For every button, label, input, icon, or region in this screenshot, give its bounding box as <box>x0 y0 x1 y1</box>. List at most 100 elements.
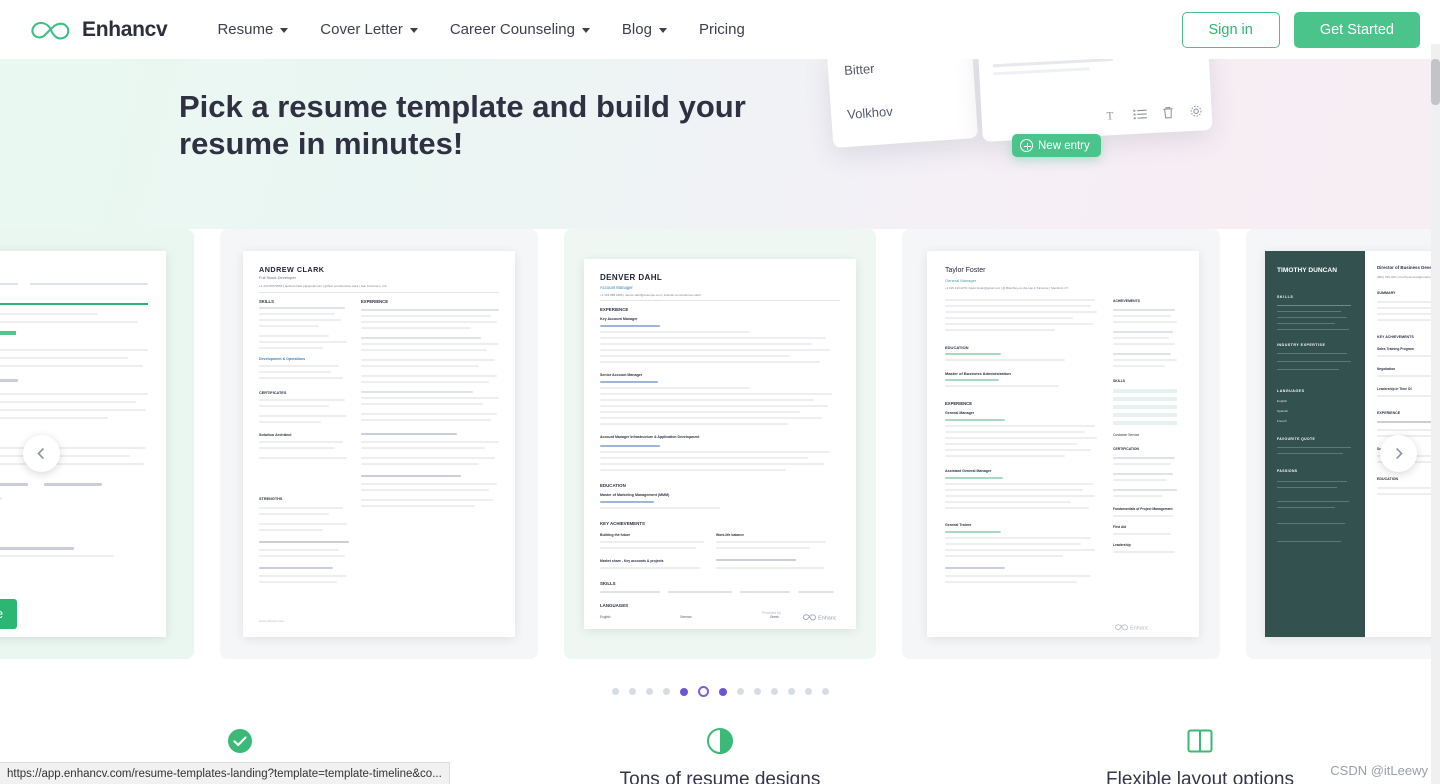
sign-in-button[interactable]: Sign in <box>1181 11 1280 48</box>
resume-subsection: Key Account Manager <box>600 317 638 321</box>
resume-section-heading: INDUSTRY EXPERTISE <box>1277 343 1326 347</box>
resume-section-heading: KEY ACHIEVEMENTS <box>1377 335 1414 339</box>
trash-icon[interactable] <box>1160 105 1176 121</box>
nav-item-career-counseling[interactable]: Career Counseling <box>434 13 606 46</box>
font-preview-card: Bitter Volkhov <box>826 59 979 148</box>
resume-role: Account Manager <box>600 285 633 290</box>
nav-item-cover-letter[interactable]: Cover Letter <box>304 13 434 46</box>
brand-logo[interactable]: Enhancv <box>28 17 168 43</box>
main-nav: Resume Cover Letter Career Counseling Bl… <box>201 13 1181 46</box>
certification-item: First Aid <box>1113 525 1127 529</box>
language-item: Spanish <box>1277 409 1289 413</box>
carousel-dot[interactable] <box>753 688 761 695</box>
resume-contact: +1 625 133 4279 | taylor.foster@gmail.co… <box>945 286 1069 290</box>
resume-section-heading: EXPERIENCE <box>600 307 629 312</box>
resume-section-heading: FAVOURITE QUOTE <box>1277 437 1316 441</box>
brand-name: Enhancv <box>82 17 168 41</box>
language-item: French <box>1277 419 1287 423</box>
resume-name: ANDREW CLARK <box>259 265 325 274</box>
new-entry-label: New entry <box>1038 139 1090 152</box>
carousel-dot[interactable] <box>628 688 636 695</box>
new-entry-button[interactable]: New entry <box>1012 134 1101 157</box>
carousel-dot[interactable] <box>787 688 795 695</box>
editor-toolbar-card: www.enhancv.com T <box>977 59 1213 142</box>
resume-section-heading: SKILLS <box>600 581 616 586</box>
resume-section-heading: SKILLS <box>259 299 274 304</box>
resume-name: TIMOTHY DUNCAN <box>1277 267 1337 274</box>
resume-contact: (862) 799-425 | timothy.duncan@email.com <box>1377 275 1436 279</box>
site-header: Enhancv Resume Cover Letter Career Couns… <box>0 0 1440 59</box>
template-card-taylor-foster[interactable]: Taylor Foster General Manager +1 625 133… <box>902 229 1220 659</box>
chevron-down-icon <box>581 28 590 33</box>
feature-title: Tons of resume designs <box>619 769 821 784</box>
resume-section-heading: SKILLS <box>1113 379 1126 383</box>
hero-section: Pick a resume template and build your re… <box>0 59 1440 229</box>
resume-section-heading: Solution Architect <box>259 433 292 437</box>
scrollbar-thumb[interactable] <box>1431 59 1440 105</box>
carousel-next-button[interactable] <box>1380 435 1417 472</box>
language-item: English <box>1277 399 1288 403</box>
resume-section-heading: SUMMARY <box>1377 291 1396 295</box>
certification-item: Leadership <box>1113 543 1131 547</box>
chevron-left-icon <box>37 447 44 460</box>
template-card-denver-dahl[interactable]: DENVER DAHL Account Manager +1 333 888 3… <box>564 229 876 659</box>
chevron-down-icon <box>658 28 667 33</box>
nav-item-pricing[interactable]: Pricing <box>683 13 761 46</box>
resume-section-heading: EXPERIENCE <box>1377 411 1401 415</box>
svg-text:Enhancv: Enhancv <box>818 616 836 622</box>
carousel-dot[interactable] <box>662 688 670 695</box>
language-item: English <box>600 615 611 619</box>
get-started-button[interactable]: Get Started <box>1293 11 1420 48</box>
brand-footer-logo: Enhancv <box>1114 619 1152 637</box>
achievement-title: Leadership in Time Of <box>1377 387 1412 391</box>
resume-section-heading: ACHIEVEMENTS <box>1113 299 1140 303</box>
svg-text:T: T <box>1106 110 1114 122</box>
resume-section-heading: KEY ACHIEVEMENTS <box>600 521 645 526</box>
text-format-icon[interactable]: T <box>1104 108 1120 124</box>
resume-section-heading: LANGUAGES <box>1277 389 1305 393</box>
template-card-andrew-clark[interactable]: ANDREW CLARK Full Stack Developer +1 234… <box>220 229 538 659</box>
resume-subsection: Assistant General Manager <box>945 469 992 473</box>
carousel-dot-current[interactable] <box>697 686 709 697</box>
chevron-right-icon <box>1396 447 1403 460</box>
resume-subsection: General Manager <box>945 411 975 415</box>
gear-icon[interactable] <box>1188 103 1204 119</box>
carousel-prev-button[interactable] <box>23 435 60 472</box>
resume-section-heading: EXPERIENCE <box>361 299 388 304</box>
resume-contact: +1 234 555 5555 | andrew.clark.p@gmail.c… <box>259 284 387 288</box>
carousel-dot[interactable] <box>611 688 619 695</box>
resume-section-heading: EXPERIENCE <box>945 401 972 406</box>
nav-item-resume[interactable]: Resume <box>201 13 304 46</box>
font-name-volkhov: Volkhov <box>846 103 894 122</box>
resume-name: DENVER DAHL <box>600 273 663 282</box>
resume-role: Full Stack Developer <box>259 275 296 280</box>
feature-resume-designs: Tons of resume designs <box>480 728 960 784</box>
carousel-dot-active[interactable] <box>718 687 727 696</box>
resume-subsection: Development & Operations <box>259 357 306 361</box>
scrollbar-track[interactable] <box>1431 59 1440 784</box>
resume-section-heading: CERTIFICATION <box>1113 447 1139 451</box>
carousel-dot[interactable] <box>736 688 744 695</box>
carousel-dot[interactable] <box>645 688 653 695</box>
language-item: German <box>680 615 692 619</box>
resume-section-heading: Master of Business Administration <box>945 371 1011 376</box>
skill-item: Customer Service <box>1113 433 1140 437</box>
resume-section-heading: EDUCATION <box>945 345 969 350</box>
build-with-template-button[interactable]: Build With This Template <box>0 599 18 629</box>
nav-label: Pricing <box>698 21 745 38</box>
editor-toolbar: T <box>1104 103 1204 123</box>
plus-icon <box>1020 139 1033 152</box>
nav-label: Career Counseling <box>449 21 575 38</box>
carousel-dot[interactable] <box>821 688 829 695</box>
resume-section-heading: PASSIONS <box>1277 469 1298 473</box>
resume-section-heading: LANGUAGES <box>600 603 629 608</box>
carousel-dot[interactable] <box>770 688 778 695</box>
nav-item-blog[interactable]: Blog <box>606 13 683 46</box>
achievement-title: Building the future <box>600 533 631 537</box>
resume-subsection: Account Manager Infrastructure & Applica… <box>600 435 700 439</box>
nav-label: Blog <box>621 21 652 38</box>
list-icon[interactable] <box>1132 106 1148 122</box>
carousel-dot[interactable] <box>804 688 812 695</box>
infinity-logo-icon <box>28 17 74 43</box>
carousel-dot-active[interactable] <box>679 687 688 696</box>
